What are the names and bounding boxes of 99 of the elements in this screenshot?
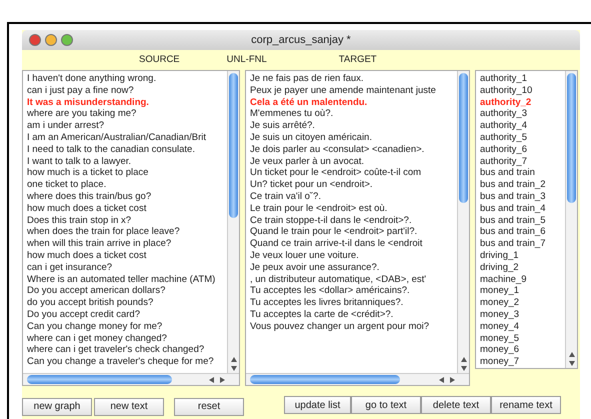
scrollbar-thumb[interactable] xyxy=(459,73,468,203)
list-item[interactable]: authority_10 xyxy=(480,84,565,97)
list-item[interactable]: do you accept british pounds? xyxy=(27,297,227,309)
list-item[interactable]: driving_2 xyxy=(480,262,565,274)
scroll-up-icon[interactable] xyxy=(230,357,236,362)
list-item[interactable]: M'emmenes tu où?. xyxy=(250,108,457,120)
scroll-right-icon[interactable] xyxy=(450,376,455,382)
list-item[interactable]: Do you accept american dollars? xyxy=(27,285,227,298)
list-item[interactable]: bus and train_5 xyxy=(480,214,565,226)
column-header: UNL-FNL xyxy=(226,52,267,67)
list-item[interactable]: money_6 xyxy=(480,344,565,356)
scrollbar-thumb[interactable] xyxy=(229,73,238,218)
list-item[interactable]: bus and train_4 xyxy=(480,202,565,215)
close-icon[interactable] xyxy=(29,34,41,46)
action-button[interactable]: rename text xyxy=(491,396,561,414)
list-item[interactable]: authority_2 xyxy=(480,96,565,108)
list-item[interactable]: bus and train_7 xyxy=(480,238,565,250)
scrollbar-thumb[interactable] xyxy=(27,375,172,384)
list-item[interactable]: I haven't done anything wrong. xyxy=(27,73,227,85)
scroll-left-icon[interactable] xyxy=(439,376,444,382)
list-item[interactable]: money_2 xyxy=(480,297,565,309)
list-item[interactable]: , un distributeur automatique, <DAB>, est' xyxy=(250,274,457,286)
list-item[interactable]: Vous pouvez changer un argent pour moi? xyxy=(250,320,457,333)
list-item[interactable]: money_1 xyxy=(480,285,565,298)
list-item[interactable]: authority_1 xyxy=(480,73,565,85)
list-item[interactable]: how much does a ticket cost xyxy=(27,202,227,215)
list-item[interactable]: machine_9 xyxy=(480,274,565,286)
column-header: TARGET xyxy=(338,52,377,67)
list-item[interactable]: bus and train_3 xyxy=(480,190,565,203)
list-item[interactable]: Je peux avoir une assurance?. xyxy=(250,262,457,274)
scroll-left-icon[interactable] xyxy=(209,376,214,382)
action-button[interactable]: new text xyxy=(94,398,164,416)
list-item[interactable]: can i get insurance? xyxy=(27,262,227,274)
list-item[interactable]: Je suis un citoyen américain. xyxy=(250,132,457,144)
list-item[interactable]: where can i get money changed? xyxy=(27,332,227,344)
list-item[interactable]: Je veux parler à un avocat. xyxy=(250,156,457,168)
list-item[interactable]: where can i get traveler's check changed? xyxy=(27,344,227,356)
list-item[interactable]: Can you change a traveler's cheque for me? xyxy=(27,356,227,368)
list-item[interactable]: Can you change money for me? xyxy=(27,320,227,333)
list-item[interactable]: where are you taking me? xyxy=(27,108,227,120)
list-item[interactable]: where does this train/bus go? xyxy=(27,190,227,203)
list-item[interactable]: can i just pay a fine now? xyxy=(27,84,227,97)
list-item[interactable]: Tu acceptes les <dollar> américains?. xyxy=(250,285,457,298)
list-item[interactable]: Un ticket pour le <endroit> coûte-t-il com xyxy=(250,167,457,180)
list-item[interactable]: bus and train xyxy=(480,167,565,180)
list-item[interactable]: authority_4 xyxy=(480,120,565,132)
list-item[interactable]: driving_1 xyxy=(480,250,565,262)
list-item[interactable]: money_4 xyxy=(480,320,565,333)
list-item[interactable]: when does the train for place leave? xyxy=(27,226,227,238)
list-item[interactable]: authority_3 xyxy=(480,108,565,120)
list-item[interactable]: Quand ce train arrive-t-il dans le <endroit xyxy=(250,238,457,250)
list-item[interactable]: Tu acceptes la carte de <crédit>?. xyxy=(250,308,457,321)
list-item[interactable]: Un? ticket pour un <endroit>. xyxy=(250,179,457,191)
list-item[interactable]: authority_5 xyxy=(480,132,565,144)
list-item[interactable]: how much is a ticket to place xyxy=(27,167,227,180)
scrollbar-thumb[interactable] xyxy=(250,375,400,384)
minimize-icon[interactable] xyxy=(45,34,57,46)
scroll-up-icon[interactable] xyxy=(568,352,574,357)
list-item[interactable]: bus and train_2 xyxy=(480,179,565,191)
list-item[interactable]: authority_7 xyxy=(480,156,565,168)
action-button[interactable]: update list xyxy=(284,396,351,414)
action-button[interactable]: go to text xyxy=(351,396,421,414)
list-item[interactable]: I need to talk to the canadian consulate. xyxy=(27,144,227,156)
list-item[interactable]: how much does a ticket cost xyxy=(27,250,227,262)
list-item[interactable]: Ce train stoppe-t-il dans le <endroit>?. xyxy=(250,214,457,226)
list-item[interactable]: Quand le train pour le <endroit> part'il?. xyxy=(250,226,457,238)
action-button[interactable]: new graph xyxy=(22,398,92,416)
scrollbar-thumb[interactable] xyxy=(567,73,576,203)
list-item[interactable]: one ticket to place. xyxy=(27,179,227,191)
scroll-right-icon[interactable] xyxy=(220,376,225,382)
list-item[interactable]: Tu acceptes les livres britanniques?. xyxy=(250,297,457,309)
list-item[interactable]: Where is an automated teller machine (ATM) xyxy=(27,274,227,286)
action-button[interactable]: delete text xyxy=(421,396,491,414)
list-item[interactable]: Je ne fais pas de rien faux. xyxy=(250,73,457,85)
list-item[interactable]: It was a misunderstanding. xyxy=(27,96,227,108)
list-item[interactable]: Le train pour le <endroit> est où. xyxy=(250,202,457,215)
list-item[interactable]: Cela a été un malentendu. xyxy=(250,96,457,108)
list-item[interactable]: money_5 xyxy=(480,332,565,344)
zoom-icon[interactable] xyxy=(61,34,73,46)
scroll-up-icon[interactable] xyxy=(460,357,466,362)
list-item[interactable]: Je veux louer une voiture. xyxy=(250,250,457,262)
list-item[interactable]: money_7 xyxy=(480,356,565,368)
list-item[interactable]: money_3 xyxy=(480,308,565,321)
list-item[interactable]: Je suis arrêté?. xyxy=(250,120,457,132)
window-title: corp_arcus_sanjay * xyxy=(251,32,351,48)
column-header: SOURCE xyxy=(139,52,180,67)
list-item[interactable]: Peux je payer une amende maintenant juste xyxy=(250,84,457,97)
list-item[interactable]: am i under arrest? xyxy=(27,120,227,132)
list-item[interactable]: bus and train_6 xyxy=(480,226,565,238)
list-item[interactable]: authority_6 xyxy=(480,144,565,156)
scroll-down-icon[interactable] xyxy=(568,360,574,366)
list-item[interactable]: I am an American/Australian/Canadian/Brit xyxy=(27,132,227,144)
list-item[interactable]: Do you accept credit card? xyxy=(27,308,227,321)
list-item[interactable]: I want to talk to a lawyer. xyxy=(27,156,227,168)
action-button[interactable]: reset xyxy=(174,398,244,416)
list-item[interactable]: when will this train arrive in place? xyxy=(27,238,227,250)
list-item[interactable]: Ce train va'il o˘?. xyxy=(250,190,457,203)
list-item[interactable]: Je dois parler au <consulat> <canadien>. xyxy=(250,144,457,156)
list-item[interactable]: Does this train stop in x? xyxy=(27,214,227,226)
